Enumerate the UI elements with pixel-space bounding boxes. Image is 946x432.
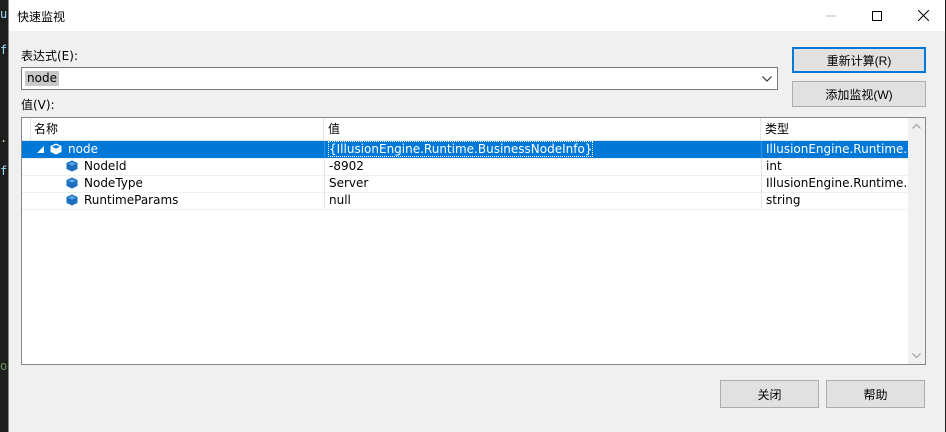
row-value-text: null (329, 193, 351, 207)
maximize-icon (872, 10, 882, 21)
row-name-text: RuntimeParams (84, 193, 179, 207)
row-type-text: IllusionEngine.Runtime.... (766, 176, 909, 190)
row-value-text: -8902 (329, 159, 364, 173)
column-header-value[interactable]: 值 (324, 118, 761, 140)
row-value-cell[interactable]: null (324, 192, 761, 209)
field-cube-icon (66, 160, 78, 172)
expression-dropdown-button[interactable] (757, 68, 777, 89)
row-name-text: NodeId (84, 159, 127, 173)
expression-input[interactable]: node (25, 71, 59, 86)
row-value-text: Server (329, 176, 369, 190)
reevaluate-button[interactable]: 重新计算(R) (792, 47, 926, 73)
bg-editor-char: o (0, 359, 8, 373)
background-editor: u f . f o (0, 0, 8, 432)
row-type-cell: IllusionEngine.Runtime.... (761, 175, 909, 192)
bg-editor-char: u (0, 7, 8, 21)
grid-vertical-scrollbar[interactable] (908, 118, 925, 364)
row-value-cell[interactable]: Server (324, 175, 761, 192)
chevron-down-icon (912, 353, 921, 358)
grid-row-nodetype[interactable]: NodeType Server IllusionEngine.Runtime..… (22, 175, 909, 193)
watch-grid: 名称 值 类型 node {IllusionEngine.Runtime.Bus… (21, 117, 926, 365)
close-icon (917, 10, 929, 21)
grid-header: 名称 值 类型 (22, 118, 909, 141)
chevron-up-icon (912, 124, 921, 129)
field-cube-icon (66, 194, 78, 206)
collapse-triangle-icon[interactable] (36, 145, 45, 154)
row-type-text: string (766, 193, 801, 207)
title-bar: 快速监视 (9, 0, 945, 31)
row-name-text: node (68, 142, 98, 156)
minimize-icon (826, 15, 836, 16)
row-name-cell: NodeId (30, 158, 324, 175)
bg-editor-char: f (0, 164, 8, 178)
row-type-text: int (766, 159, 782, 173)
row-type-cell: IllusionEngine.Runtime.... (761, 141, 909, 158)
row-type-cell: string (761, 192, 909, 209)
grid-row-nodeid[interactable]: NodeId -8902 int (22, 158, 909, 176)
minimize-button[interactable] (808, 0, 854, 31)
row-type-cell: int (761, 158, 909, 175)
row-value-text: {IllusionEngine.Runtime.BusinessNodeInfo… (327, 141, 594, 157)
bg-editor-char: f (0, 43, 8, 57)
quickwatch-dialog: 快速监视 表达式(E): node 重新计算(R) 添加监视(W) 值(V): … (8, 0, 945, 432)
window-title: 快速监视 (17, 10, 66, 24)
object-cube-icon (50, 143, 62, 155)
add-watch-button[interactable]: 添加监视(W) (792, 81, 926, 107)
value-label: 值(V): (21, 98, 55, 112)
row-value-cell[interactable]: -8902 (324, 158, 761, 175)
bg-editor-char: . (0, 131, 8, 145)
row-name-cell: NodeType (30, 175, 324, 192)
row-name-text: NodeType (84, 176, 143, 190)
column-header-type[interactable]: 类型 (761, 118, 909, 140)
grid-row-node[interactable]: node {IllusionEngine.Runtime.BusinessNod… (22, 141, 909, 159)
row-name-cell: node (30, 141, 324, 158)
row-value-cell[interactable]: {IllusionEngine.Runtime.BusinessNodeInfo… (324, 141, 761, 158)
scroll-up-button[interactable] (908, 118, 925, 135)
help-button[interactable]: 帮助 (826, 380, 925, 408)
row-type-text: IllusionEngine.Runtime.... (766, 142, 909, 156)
grid-row-runtimeparams[interactable]: RuntimeParams null string (22, 192, 909, 210)
close-button[interactable]: 关闭 (720, 380, 819, 408)
row-name-cell: RuntimeParams (30, 192, 324, 209)
field-cube-icon (66, 177, 78, 189)
chevron-down-icon (762, 75, 772, 82)
expression-combobox[interactable]: node (21, 67, 778, 90)
scroll-down-button[interactable] (908, 347, 925, 364)
expression-label: 表达式(E): (21, 49, 78, 63)
maximize-button[interactable] (854, 0, 900, 31)
column-header-name[interactable]: 名称 (30, 118, 324, 140)
close-window-button[interactable] (900, 0, 946, 31)
